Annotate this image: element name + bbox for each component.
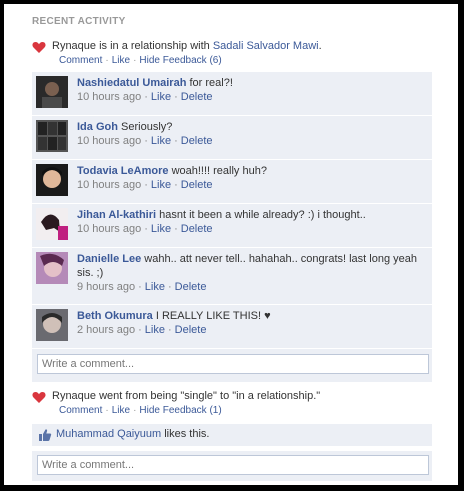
comment-text: Seriously? — [121, 121, 173, 133]
comment-body: Beth Okumura I REALLY LIKE THIS! ♥ 2 hou… — [77, 309, 427, 337]
separator-dot: · — [144, 179, 148, 191]
comment-time[interactable]: 10 hours ago — [77, 91, 141, 103]
comment-delete-link[interactable]: Delete — [175, 324, 207, 336]
heart-icon — [32, 392, 46, 403]
likes-suffix: likes this. — [161, 428, 210, 440]
avatar[interactable] — [36, 120, 68, 152]
story-text-end: . — [318, 40, 322, 52]
separator-dot: · — [144, 223, 148, 235]
status-change-story: Rynaque went from being "single" to "in … — [32, 390, 432, 420]
comment-input[interactable]: Write a comment... — [37, 354, 429, 374]
avatar[interactable] — [36, 252, 68, 284]
comment-time[interactable]: 10 hours ago — [77, 223, 141, 235]
separator-dot: · — [133, 55, 137, 66]
comment-item: Beth Okumura I REALLY LIKE THIS! ♥ 2 hou… — [32, 305, 432, 349]
likes-row: Muhammad Qaiyuum likes this. — [32, 424, 432, 446]
avatar[interactable] — [36, 208, 68, 240]
separator-dot: · — [105, 55, 109, 66]
comment-body: Nashiedatul Umairah for real?! 10 hours … — [77, 76, 427, 104]
separator-dot: · — [174, 91, 178, 103]
story-text: Rynaque is in a relationship with Sadali… — [52, 40, 322, 52]
separator-dot: · — [167, 281, 172, 293]
comment-like-link[interactable]: Like — [151, 223, 171, 235]
hide-feedback-link[interactable]: Hide Feedback (6) — [139, 55, 221, 66]
story-actions: Comment · Like · Hide Feedback (6) — [59, 55, 222, 66]
thumbs-up-icon — [39, 429, 52, 441]
comment-like-link[interactable]: Like — [145, 324, 165, 336]
comment-like-link[interactable]: Like — [145, 281, 165, 293]
comment-delete-link[interactable]: Delete — [181, 91, 213, 103]
comment-item: Danielle Lee wahh.. att never tell.. hah… — [32, 248, 432, 305]
comment-body: Jihan Al-kathiri hasnt it been a while a… — [77, 208, 427, 236]
comment-time[interactable]: 9 hours ago — [77, 281, 135, 293]
story-text: Rynaque went from being "single" to "in … — [52, 390, 321, 402]
comment-text: I REALLY LIKE THIS! ♥ — [155, 310, 271, 322]
comment-time[interactable]: 10 hours ago — [77, 135, 141, 147]
separator-dot: · — [133, 405, 137, 416]
comment-body: Todavia LeAmore woah!!!! really huh? 10 … — [77, 164, 427, 192]
separator-dot: · — [174, 135, 178, 147]
news-feed-panel: RECENT ACTIVITY Rynaque is in a relation… — [4, 4, 458, 485]
comment-box: Write a comment... — [32, 451, 432, 481]
comment-time[interactable]: 2 hours ago — [77, 324, 135, 336]
avatar[interactable] — [36, 164, 68, 196]
comment-link[interactable]: Comment — [59, 405, 102, 416]
comment-author[interactable]: Beth Okumura — [77, 310, 153, 322]
comment-author[interactable]: Nashiedatul Umairah — [77, 77, 186, 89]
separator-dot: · — [144, 91, 148, 103]
comment-like-link[interactable]: Like — [151, 91, 171, 103]
comment-body: Danielle Lee wahh.. att never tell.. hah… — [77, 252, 427, 294]
comment-text: for real?! — [189, 77, 233, 89]
comment-delete-link[interactable]: Delete — [181, 135, 213, 147]
separator-dot: · — [138, 281, 142, 293]
comment-item: Ida Goh Seriously? 10 hours ago · Like · Del… — [32, 116, 432, 160]
separator-dot: · — [174, 223, 178, 235]
section-title: RECENT ACTIVITY — [32, 16, 126, 27]
relationship-story: Rynaque is in a relationship with Sadali… — [32, 40, 432, 70]
separator-dot: · — [105, 405, 109, 416]
comment-thread: Nashiedatul Umairah for real?! 10 hours … — [32, 72, 432, 384]
comment-author[interactable]: Danielle Lee — [77, 253, 141, 265]
story-text-body: Rynaque is in a relationship with — [52, 40, 213, 52]
hide-feedback-link[interactable]: Hide Feedback (1) — [139, 405, 221, 416]
comment-item: Nashiedatul Umairah for real?! 10 hours … — [32, 72, 432, 116]
separator-dot: · — [138, 324, 142, 336]
comment-item: Jihan Al-kathiri hasnt it been a while a… — [32, 204, 432, 248]
comment-text: hasnt it been a while already? :) i thou… — [159, 209, 366, 221]
like-link[interactable]: Like — [112, 55, 130, 66]
like-link[interactable]: Like — [112, 405, 130, 416]
separator-dot: · — [144, 135, 148, 147]
separator-dot: · — [174, 179, 178, 191]
heart-icon — [32, 42, 46, 53]
comment-box: Write a comment... — [32, 349, 432, 382]
comment-author[interactable]: Ida Goh — [77, 121, 118, 133]
comment-like-link[interactable]: Like — [151, 179, 171, 191]
liker-link[interactable]: Muhammad Qaiyuum — [56, 428, 161, 440]
comment-item: Todavia LeAmore woah!!!! really huh? 10 … — [32, 160, 432, 204]
comment-author[interactable]: Todavia LeAmore — [77, 165, 169, 177]
comment-delete-link[interactable]: Delete — [175, 281, 207, 293]
likes-text: Muhammad Qaiyuum likes this. — [56, 428, 209, 440]
avatar[interactable] — [36, 76, 68, 108]
story-actions: Comment · Like · Hide Feedback (1) — [59, 405, 222, 416]
partner-link[interactable]: Sadali Salvador Mawi — [213, 40, 319, 52]
separator-dot: · — [167, 324, 172, 336]
avatar[interactable] — [36, 309, 68, 341]
comment-like-link[interactable]: Like — [151, 135, 171, 147]
comment-delete-link[interactable]: Delete — [181, 223, 213, 235]
comment-input[interactable]: Write a comment... — [37, 455, 429, 475]
comment-time[interactable]: 10 hours ago — [77, 179, 141, 191]
comment-link[interactable]: Comment — [59, 55, 102, 66]
comment-body: Ida Goh Seriously? 10 hours ago · Like · Del… — [77, 120, 427, 148]
comment-text: woah!!!! really huh? — [171, 165, 267, 177]
comment-author[interactable]: Jihan Al-kathiri — [77, 209, 156, 221]
comment-delete-link[interactable]: Delete — [181, 179, 213, 191]
